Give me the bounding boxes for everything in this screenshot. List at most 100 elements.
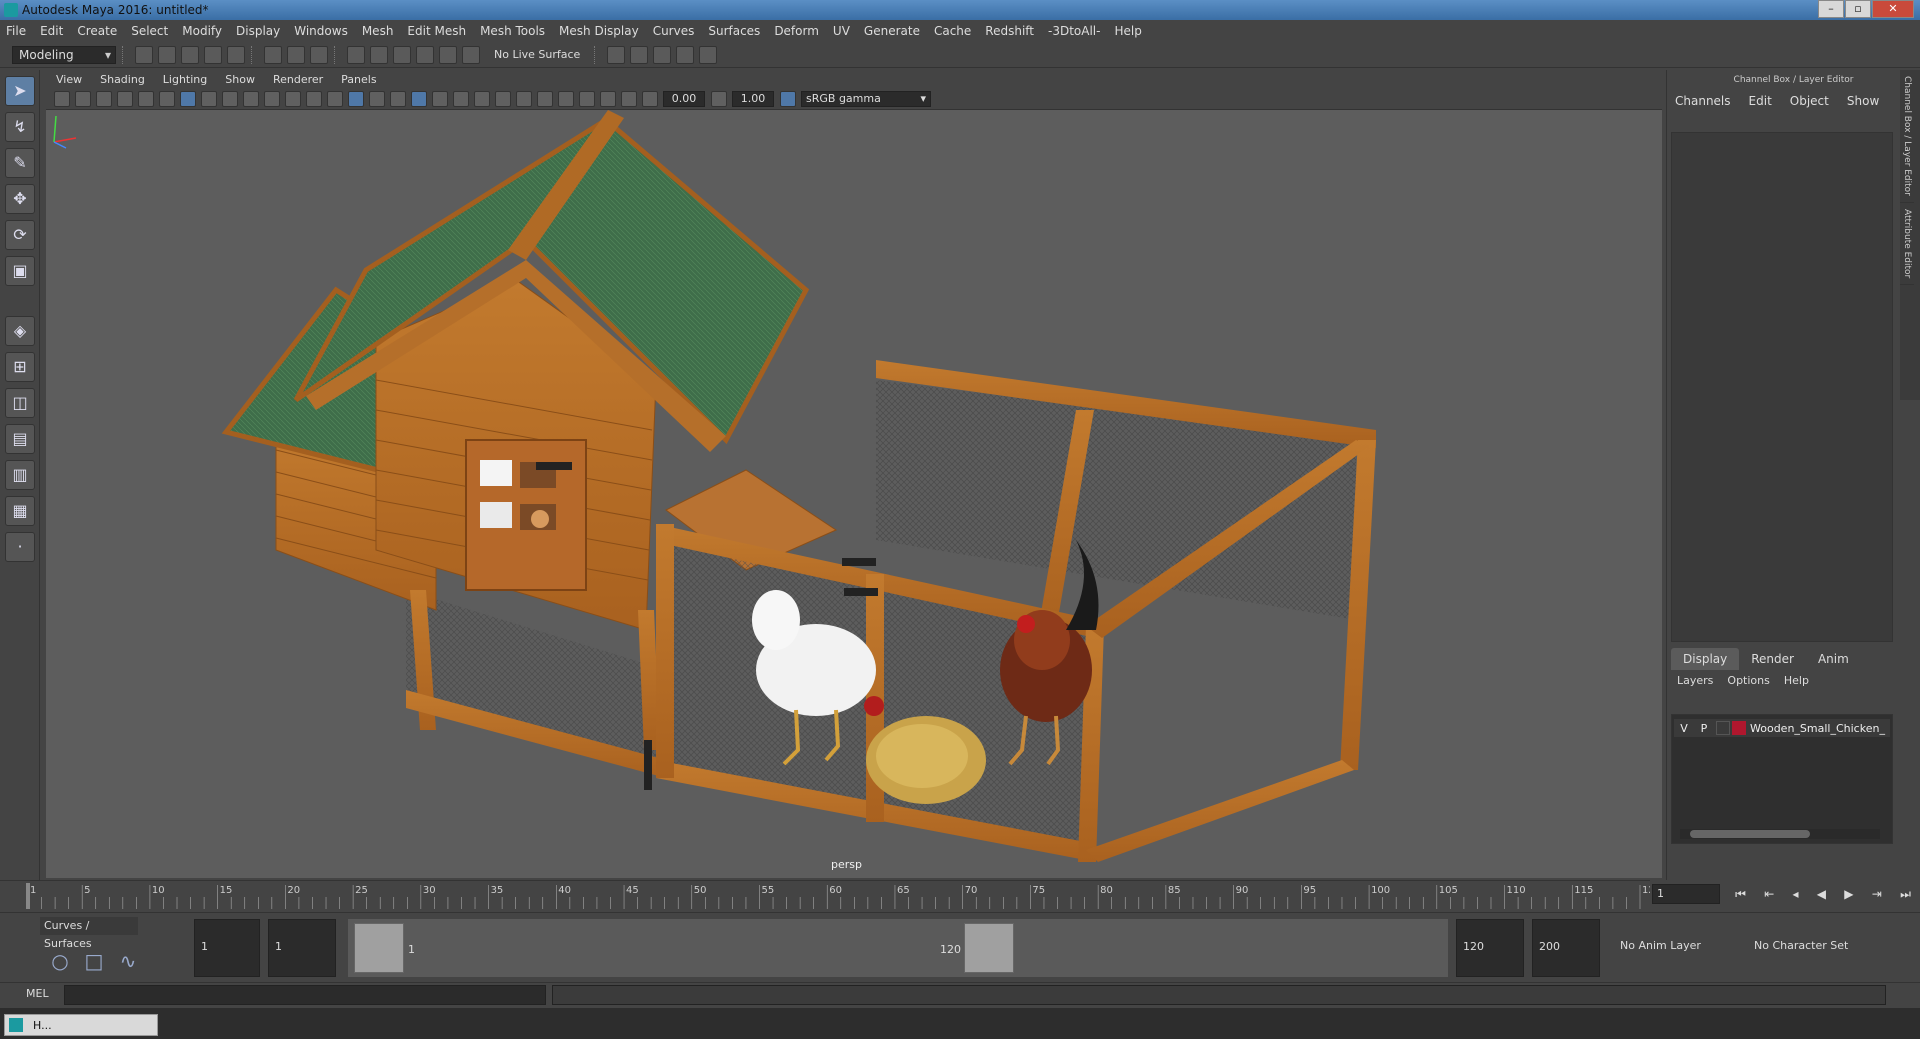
persp-graph-layout-icon[interactable]: ▤ <box>5 424 35 454</box>
exposure-icon[interactable] <box>642 90 658 107</box>
paint-select-icon[interactable]: ✎ <box>5 148 35 178</box>
depth-of-field-icon[interactable] <box>537 90 553 107</box>
menu-file[interactable]: File <box>6 24 26 38</box>
animation-start-field[interactable]: 1 <box>194 919 260 977</box>
close-button[interactable]: ✕ <box>1872 0 1914 18</box>
hypershade-icon[interactable] <box>699 45 718 64</box>
character-set-select[interactable]: No Character Set <box>1754 939 1848 952</box>
tab-anim[interactable]: Anim <box>1806 648 1861 670</box>
menu-select[interactable]: Select <box>131 24 168 38</box>
menu-3dtoall[interactable]: -3DtoAll- <box>1048 24 1100 38</box>
snap-curve-icon[interactable] <box>370 45 388 64</box>
menu-uv[interactable]: UV <box>833 24 850 38</box>
lasso-tool-icon[interactable]: ↯ <box>5 112 35 142</box>
shadows-icon[interactable] <box>453 90 469 107</box>
menu-create[interactable]: Create <box>77 24 117 38</box>
layer-visibility-toggle[interactable]: V <box>1674 722 1694 735</box>
make-live-icon[interactable] <box>439 45 457 64</box>
menu-mesh-tools[interactable]: Mesh Tools <box>480 24 545 38</box>
gamma-field[interactable]: 1.00 <box>732 90 774 107</box>
new-scene-icon[interactable] <box>135 45 153 64</box>
minimize-button[interactable]: – <box>1818 0 1844 18</box>
2d-pan-zoom-icon[interactable] <box>138 90 154 107</box>
select-by-component-icon[interactable] <box>310 45 328 64</box>
panel-menu-renderer[interactable]: Renderer <box>273 73 323 86</box>
layer-horizontal-scrollbar[interactable] <box>1680 829 1880 839</box>
grease-pencil-icon[interactable] <box>159 90 175 107</box>
cb-menu-show[interactable]: Show <box>1847 94 1879 108</box>
xray-icon[interactable] <box>579 90 595 107</box>
channel-list[interactable] <box>1671 132 1893 642</box>
anim-layer-select[interactable]: No Anim Layer <box>1620 939 1701 952</box>
step-back-frame-icon[interactable]: ◂ <box>1793 887 1799 901</box>
safe-action-icon[interactable] <box>285 90 301 107</box>
menu-display[interactable]: Display <box>236 24 280 38</box>
menu-help[interactable]: Help <box>1114 24 1141 38</box>
tab-channel-box[interactable]: Channel Box / Layer Editor <box>1900 70 1914 203</box>
camera-select-icon[interactable] <box>54 90 70 107</box>
menu-surfaces[interactable]: Surfaces <box>708 24 760 38</box>
menu-mesh[interactable]: Mesh <box>362 24 394 38</box>
menu-edit[interactable]: Edit <box>40 24 63 38</box>
taskbar-maya-item[interactable]: H... <box>4 1014 158 1036</box>
panel-menu-show[interactable]: Show <box>225 73 255 86</box>
image-plane-icon[interactable] <box>117 90 133 107</box>
perspective-viewport[interactable]: persp <box>46 110 1662 878</box>
play-forward-icon[interactable]: ▶ <box>1844 887 1853 901</box>
grid-icon[interactable] <box>180 90 196 107</box>
default-lighting-icon[interactable] <box>369 90 385 107</box>
textured-icon[interactable] <box>411 90 427 107</box>
current-time-field[interactable]: 1 <box>1652 884 1720 904</box>
snap-view-plane-icon[interactable] <box>416 45 434 64</box>
isolate-select-icon[interactable] <box>558 90 574 107</box>
wireframe-on-shaded-icon[interactable] <box>390 90 406 107</box>
command-input[interactable] <box>64 985 546 1005</box>
cb-menu-channels[interactable]: Channels <box>1675 94 1731 108</box>
custom-layout-icon[interactable]: ▦ <box>5 496 35 526</box>
step-back-key-icon[interactable]: ⇤ <box>1764 887 1774 901</box>
range-slider[interactable] <box>348 919 1448 977</box>
go-to-start-icon[interactable]: ⏮ <box>1735 887 1746 902</box>
menu-deform[interactable]: Deform <box>774 24 819 38</box>
step-forward-key-icon[interactable]: ⇥ <box>1872 887 1882 901</box>
maximize-button[interactable]: ▫ <box>1845 0 1871 18</box>
layer-row[interactable]: V P Wooden_Small_Chicken_ <box>1674 719 1890 737</box>
snap-point-icon[interactable] <box>393 45 411 64</box>
panel-menu-panels[interactable]: Panels <box>341 73 376 86</box>
nurbs-circle-icon[interactable]: ○ <box>46 947 74 975</box>
layer-display-type[interactable] <box>1716 721 1730 735</box>
layer-color-swatch[interactable] <box>1732 721 1746 735</box>
motion-blur-icon[interactable] <box>495 90 511 107</box>
safe-title-icon[interactable] <box>306 90 322 107</box>
panel-menu-shading[interactable]: Shading <box>100 73 145 86</box>
menu-modify[interactable]: Modify <box>182 24 222 38</box>
undo-icon[interactable] <box>204 45 222 64</box>
gamma-icon[interactable] <box>711 90 727 107</box>
render-settings-icon[interactable] <box>676 45 695 64</box>
single-perspective-icon[interactable]: ◈ <box>5 316 35 346</box>
nurbs-square-icon[interactable]: □ <box>80 947 108 975</box>
live-surface-field[interactable]: No Live Surface <box>486 46 588 64</box>
panel-menu-view[interactable]: View <box>56 73 82 86</box>
select-tool-icon[interactable]: ➤ <box>5 76 35 106</box>
move-tool-icon[interactable]: ✥ <box>5 184 35 214</box>
menu-edit-mesh[interactable]: Edit Mesh <box>407 24 466 38</box>
redo-icon[interactable] <box>227 45 245 64</box>
xray-components-icon[interactable] <box>621 90 637 107</box>
view-transform-select[interactable]: sRGB gamma <box>801 90 931 107</box>
screen-space-ao-icon[interactable] <box>474 90 490 107</box>
shelf-tab-curves-surfaces[interactable]: Curves / Surfaces <box>40 917 138 950</box>
snap-surface-icon[interactable] <box>462 45 480 64</box>
persp-hypershade-layout-icon[interactable]: ▥ <box>5 460 35 490</box>
save-scene-icon[interactable] <box>181 45 199 64</box>
tab-attribute-editor[interactable]: Attribute Editor <box>1900 203 1914 286</box>
ep-curve-icon[interactable]: ∿ <box>114 947 142 975</box>
cb-menu-edit[interactable]: Edit <box>1749 94 1772 108</box>
playback-start-field[interactable]: 1 <box>268 919 336 977</box>
menu-curves[interactable]: Curves <box>653 24 695 38</box>
render-frame-icon[interactable] <box>630 45 649 64</box>
menu-windows[interactable]: Windows <box>294 24 348 38</box>
four-view-layout-icon[interactable]: ⊞ <box>5 352 35 382</box>
play-backward-icon[interactable]: ◀ <box>1817 887 1826 901</box>
persp-outliner-layout-icon[interactable]: ◫ <box>5 388 35 418</box>
